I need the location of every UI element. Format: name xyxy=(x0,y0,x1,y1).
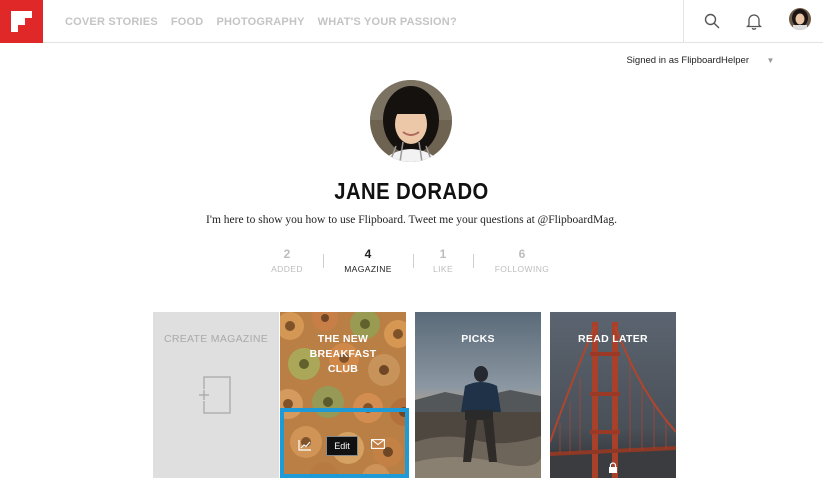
tile-title: READ LATER xyxy=(578,333,648,345)
stat-label: LIKE xyxy=(432,264,454,274)
stat-added[interactable]: 2 ADDED xyxy=(247,247,327,274)
edit-button[interactable]: Edit xyxy=(326,436,358,456)
stat-divider xyxy=(323,254,324,268)
stat-count: 4 xyxy=(364,247,372,261)
magazine-tile-read-later[interactable]: READ LATER xyxy=(550,312,676,478)
stat-label: FOLLOWING xyxy=(494,264,550,274)
profile-stats: 2 ADDED 4 MAGAZINE 1 LIKE 6 FOLLOWING xyxy=(0,247,823,277)
header-divider xyxy=(683,0,684,43)
stat-magazine[interactable]: 4 MAGAZINE xyxy=(328,247,408,274)
tile-title: PICKS xyxy=(461,333,495,345)
signed-in-label: Signed in as FlipboardHelper xyxy=(626,55,749,66)
nav-food[interactable]: FOOD xyxy=(171,16,204,28)
stat-like[interactable]: 1 LIKE xyxy=(403,247,483,274)
magazine-tile-picks[interactable]: PICKS xyxy=(415,312,541,478)
add-magazine-icon xyxy=(197,376,231,414)
stat-count: 1 xyxy=(439,247,447,261)
lock-icon xyxy=(608,460,618,478)
account-menu[interactable]: Signed in as FlipboardHelper ▼ xyxy=(626,55,774,66)
tile-title: CREATE MAGAZINE xyxy=(163,333,269,345)
nav-whats-your-passion[interactable]: WHAT'S YOUR PASSION? xyxy=(318,16,457,28)
stat-label: MAGAZINE xyxy=(344,264,392,274)
tile-title: THE NEW BREAKFAST CLUB xyxy=(309,333,377,375)
stats-icon[interactable] xyxy=(298,439,312,451)
profile-name: JANE DORADO xyxy=(334,178,489,204)
tile-actions-overlay: Edit xyxy=(280,408,409,478)
flipboard-logo[interactable] xyxy=(0,0,43,43)
profile-avatar xyxy=(370,80,452,162)
bell-icon[interactable] xyxy=(743,10,765,32)
stat-count: 2 xyxy=(283,247,291,261)
user-avatar[interactable] xyxy=(789,8,811,30)
search-icon[interactable] xyxy=(701,10,723,32)
stat-following[interactable]: 6 FOLLOWING xyxy=(482,247,562,274)
caret-down-icon: ▼ xyxy=(766,56,775,65)
topic-nav: COVER STORIES FOOD PHOTOGRAPHY WHAT'S YO… xyxy=(65,0,470,43)
create-magazine-tile[interactable]: CREATE MAGAZINE xyxy=(153,312,279,478)
stat-divider xyxy=(473,254,474,268)
nav-photography[interactable]: PHOTOGRAPHY xyxy=(216,16,304,28)
stat-count: 6 xyxy=(518,247,526,261)
stat-label: ADDED xyxy=(271,264,303,274)
nav-cover-stories[interactable]: COVER STORIES xyxy=(65,16,158,28)
top-bar: COVER STORIES FOOD PHOTOGRAPHY WHAT'S YO… xyxy=(0,0,823,43)
mail-icon[interactable] xyxy=(371,439,385,449)
profile-bio: I'm here to show you how to use Flipboar… xyxy=(206,214,617,226)
